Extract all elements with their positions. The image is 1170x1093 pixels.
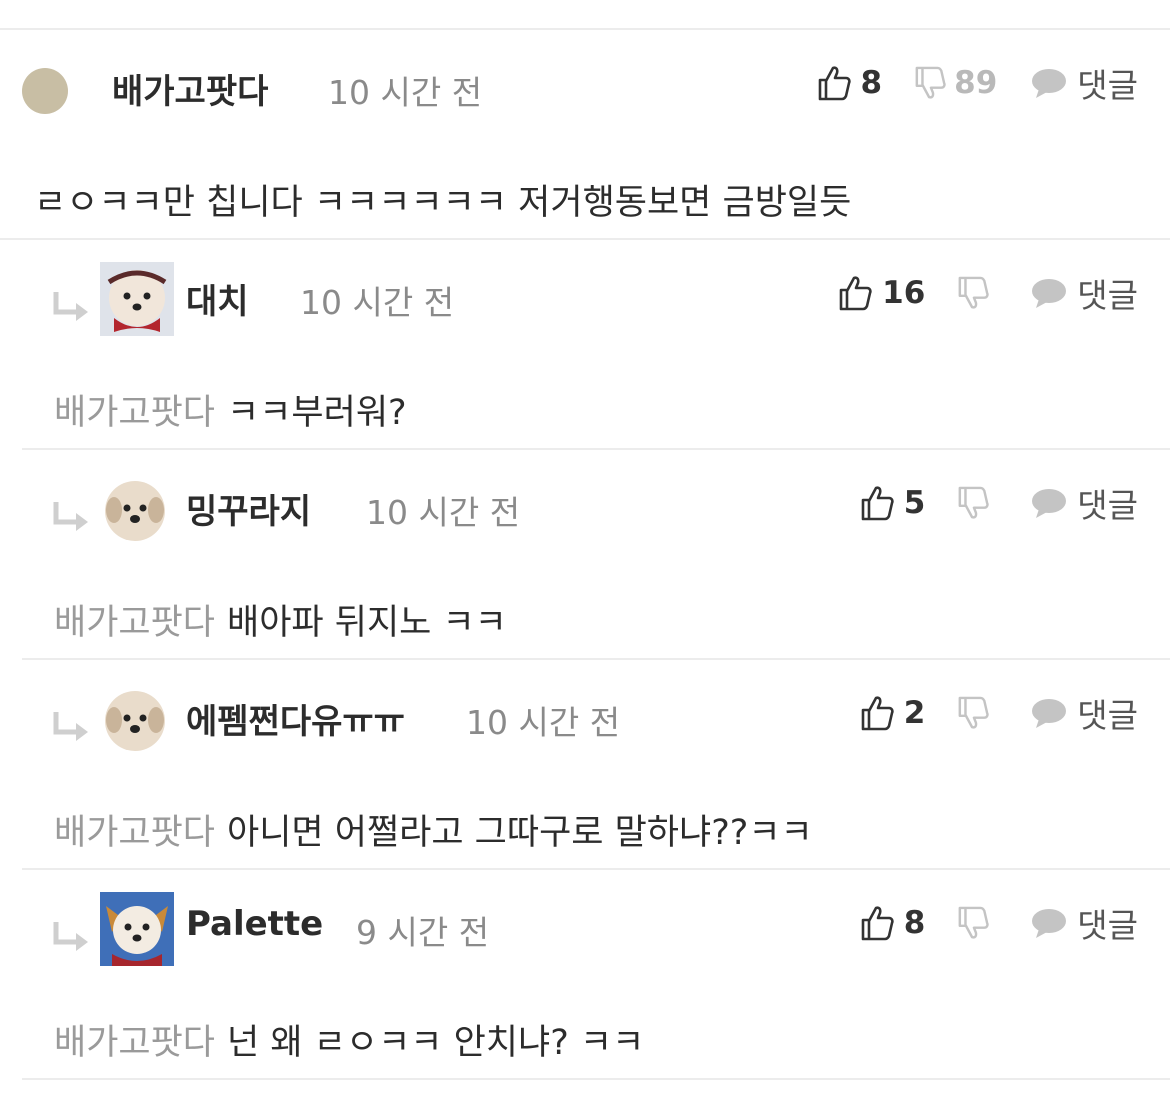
comment-body: 넌 왜 ㄹㅇㅋㅋ 안치냐? ㅋㅋ: [227, 1023, 645, 1063]
reply-item: 대치 10 시간 전 16 댓글 배가고팟다 ㅋㅋ부러워?: [22, 240, 1170, 448]
like-count: 5: [903, 485, 926, 521]
nickname[interactable]: 에펨쩐다유ㅠㅠ: [186, 694, 405, 743]
reply-arrow-icon: [53, 712, 88, 741]
reply-arrow-icon: [53, 292, 88, 321]
timestamp: 10 시간 전: [300, 283, 455, 322]
timestamp: 10 시간 전: [466, 703, 621, 742]
comment-body: 배아파 뒤지노 ㅋㅋ: [227, 603, 507, 643]
divider: [22, 1078, 1170, 1080]
nickname[interactable]: Palette: [186, 904, 323, 944]
comment-actions: 8 89 댓글: [817, 60, 1138, 106]
thumbs-down-icon: [915, 66, 946, 99]
comment-header: 대치 10 시간 전 16 댓글: [22, 240, 1170, 350]
thumbs-up-icon: [861, 696, 894, 731]
reply-item: Palette 9 시간 전 8 댓글 배가고팟다 넌 왜 ㄹㅇㅋㅋ 안치냐? …: [22, 870, 1170, 1078]
mention-tag[interactable]: 배가고팟다: [54, 813, 215, 853]
timestamp: 10 시간 전: [328, 73, 483, 112]
comment-header: 배가고팟다 10 시간 전 8 89 댓글: [0, 30, 1170, 140]
dislike-button[interactable]: [957, 906, 989, 940]
speech-bubble-icon: [1032, 279, 1067, 308]
thumbs-up-icon: [818, 66, 851, 101]
dislike-button[interactable]: [957, 696, 989, 730]
reply-label: 댓글: [1077, 276, 1138, 315]
dislike-button[interactable]: [957, 276, 989, 310]
nickname[interactable]: 배가고팟다: [112, 64, 268, 113]
dislike-button[interactable]: 89: [914, 65, 997, 101]
comment-text: 배가고팟다 아니면 어쩔라고 그따구로 말하냐??ㅋㅋ: [54, 804, 813, 855]
comment-body: ㅋㅋ부러워?: [227, 393, 407, 433]
comment-text: 배가고팟다 ㅋㅋ부러워?: [54, 384, 407, 435]
comment-actions: 16 댓글: [838, 270, 1138, 316]
like-button[interactable]: 16: [838, 275, 925, 311]
like-count: 2: [903, 695, 926, 731]
comment-actions: 8 댓글: [860, 900, 1138, 946]
speech-bubble-icon: [1032, 489, 1067, 518]
comment-text: 배가고팟다 넌 왜 ㄹㅇㅋㅋ 안치냐? ㅋㅋ: [54, 1014, 644, 1065]
puppy-face-avatar[interactable]: [104, 690, 166, 752]
reply-button[interactable]: 댓글: [1031, 479, 1138, 527]
like-count: 8: [860, 65, 883, 101]
puppy-face-avatar[interactable]: [104, 480, 166, 542]
comment-body: ㄹㅇㅋㅋ만 칩니다 ㅋㅋㅋㅋㅋㅋ 저거행동보면 금방일듯: [34, 183, 852, 223]
reply-label: 댓글: [1077, 696, 1138, 735]
like-button[interactable]: 8: [860, 905, 926, 941]
dislike-count: 89: [954, 65, 998, 101]
reply-button[interactable]: 댓글: [1031, 269, 1138, 317]
comment-thread: 배가고팟다 10 시간 전 8 89 댓글 ㄹㅇㅋㅋ만 칩니다 ㅋㅋㅋㅋㅋㅋ 저…: [0, 0, 1170, 1093]
avatar[interactable]: [22, 68, 68, 114]
comment-header: Palette 9 시간 전 8 댓글: [22, 870, 1170, 980]
reply-button[interactable]: 댓글: [1031, 899, 1138, 947]
like-count: 8: [903, 905, 926, 941]
thumbs-down-icon: [958, 696, 989, 729]
thumbs-down-icon: [958, 486, 989, 519]
mention-tag[interactable]: 배가고팟다: [54, 603, 215, 643]
reply-item: 에펨쩐다유ㅠㅠ 10 시간 전 2 댓글 배가고팟다 아니면 어쩔라고 그따구로…: [22, 660, 1170, 868]
reply-label: 댓글: [1077, 486, 1138, 525]
comment-body: 아니면 어쩔라고 그따구로 말하냐??ㅋㅋ: [227, 813, 813, 853]
timestamp: 10 시간 전: [366, 493, 521, 532]
thumbs-up-icon: [861, 486, 894, 521]
like-button[interactable]: 8: [817, 65, 883, 101]
like-count: 16: [882, 275, 926, 311]
comment-text: ㄹㅇㅋㅋ만 칩니다 ㅋㅋㅋㅋㅋㅋ 저거행동보면 금방일듯: [34, 174, 851, 225]
speech-bubble-icon: [1032, 69, 1067, 98]
comment-text: 배가고팟다 배아파 뒤지노 ㅋㅋ: [54, 594, 507, 645]
reply-button[interactable]: 댓글: [1031, 59, 1138, 107]
comment-actions: 5 댓글: [860, 480, 1138, 526]
reply-arrow-icon: [53, 922, 88, 951]
like-button[interactable]: 5: [860, 485, 926, 521]
puppy-blue-background-avatar[interactable]: [100, 892, 174, 966]
speech-bubble-icon: [1032, 909, 1067, 938]
thumbs-up-icon: [839, 276, 872, 311]
mention-tag[interactable]: 배가고팟다: [54, 393, 215, 433]
thumbs-down-icon: [958, 906, 989, 939]
speech-bubble-icon: [1032, 699, 1067, 728]
comment-header: 밍꾸라지 10 시간 전 5 댓글: [22, 450, 1170, 560]
reply-arrow-icon: [53, 502, 88, 531]
thumbs-up-icon: [861, 906, 894, 941]
reply-item: 밍꾸라지 10 시간 전 5 댓글 배가고팟다 배아파 뒤지노 ㅋㅋ: [22, 450, 1170, 658]
puppy-red-scarf-avatar[interactable]: [100, 262, 174, 336]
reply-button[interactable]: 댓글: [1031, 689, 1138, 737]
timestamp: 9 시간 전: [356, 913, 490, 952]
nickname[interactable]: 대치: [186, 274, 249, 323]
dislike-button[interactable]: [957, 486, 989, 520]
reply-label: 댓글: [1077, 906, 1138, 945]
like-button[interactable]: 2: [860, 695, 926, 731]
mention-tag[interactable]: 배가고팟다: [54, 1023, 215, 1063]
thumbs-down-icon: [958, 276, 989, 309]
comment-header: 에펨쩐다유ㅠㅠ 10 시간 전 2 댓글: [22, 660, 1170, 770]
reply-label: 댓글: [1077, 66, 1138, 105]
comment-actions: 2 댓글: [860, 690, 1138, 736]
nickname[interactable]: 밍꾸라지: [186, 484, 311, 533]
comment-item: 배가고팟다 10 시간 전 8 89 댓글 ㄹㅇㅋㅋ만 칩니다 ㅋㅋㅋㅋㅋㅋ 저…: [0, 30, 1170, 238]
